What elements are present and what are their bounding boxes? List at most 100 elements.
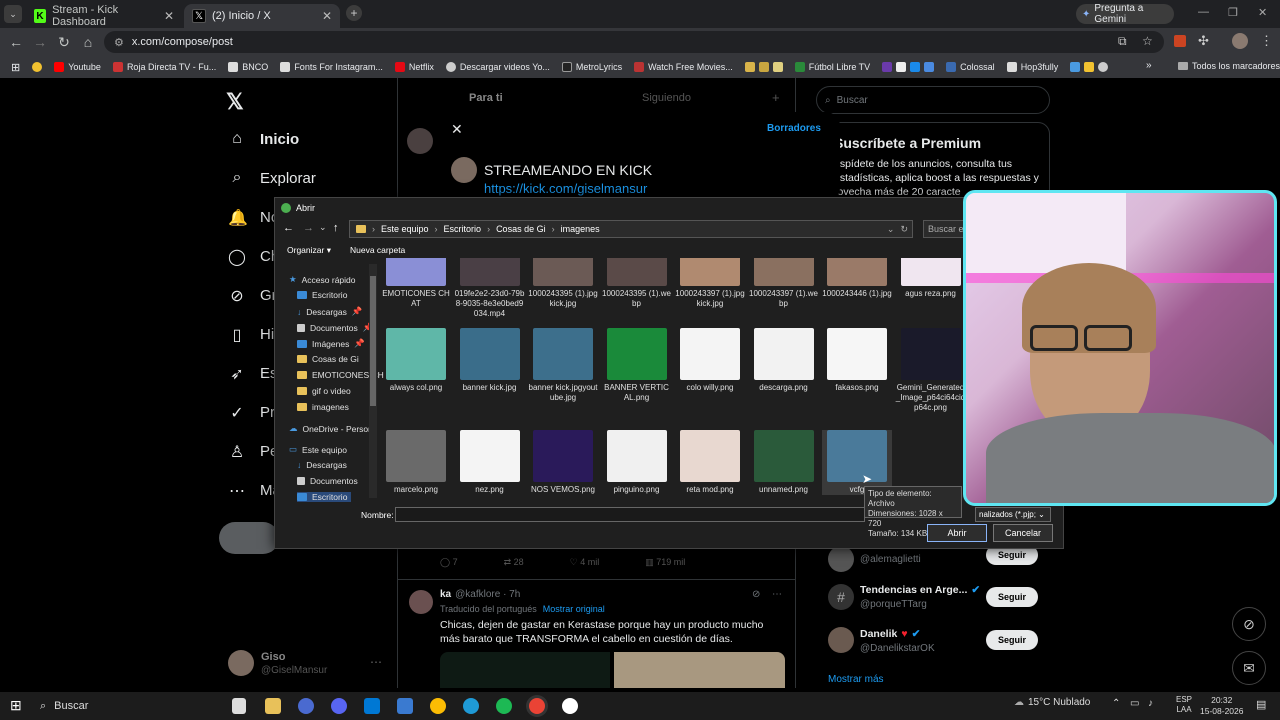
new-folder-button[interactable]: Nueva carpeta — [350, 245, 405, 255]
file-item[interactable]: 019fe2e2-23d0-79b8-9035-8e3e0bed9034.mp4 — [455, 258, 525, 319]
views-action[interactable]: ▥ 719 mil — [645, 557, 685, 568]
scrollbar-thumb[interactable] — [370, 276, 376, 406]
breadcrumb-este-equipo[interactable]: Este equipo — [381, 224, 429, 234]
nav-documentos-2[interactable]: Documentos — [297, 476, 358, 486]
bookmark-descargar[interactable]: Descargar videos Yo... — [441, 62, 555, 72]
file-item[interactable]: 1000243395 (1).webp — [602, 258, 672, 309]
nav-documentos[interactable]: Documentos📌 — [297, 322, 373, 333]
tweet-author[interactable]: ka — [440, 589, 451, 600]
file-item[interactable]: reta mod.png — [675, 430, 745, 495]
show-original-link[interactable]: Mostrar original — [543, 604, 605, 614]
nav-escritorio[interactable]: Escritorio — [297, 290, 347, 300]
grok-float-icon[interactable]: ⊘ — [1232, 607, 1266, 641]
nav-este-equipo[interactable]: ▭ Este equipo — [289, 444, 347, 455]
weather-widget[interactable]: ☁ 15°C Nublado — [1014, 697, 1090, 708]
suggestion-name[interactable]: Danelik — [860, 628, 897, 640]
file-item[interactable]: BANNER VERTICAL.png — [602, 328, 672, 403]
nav-imagenes-quick[interactable]: Imágenes 📌 — [297, 338, 365, 349]
follow-button[interactable]: Seguir — [986, 587, 1038, 607]
chrome-active-icon[interactable] — [529, 698, 545, 714]
profile-avatar[interactable] — [228, 650, 254, 676]
repost-action[interactable]: ⇄ 28 — [504, 557, 524, 568]
home-icon[interactable]: ⌂ — [76, 34, 100, 50]
forward-arrow-icon[interactable]: → — [28, 34, 52, 50]
breadcrumb-cosas-de-gi[interactable]: Cosas de Gi — [496, 224, 546, 234]
file-item[interactable]: Gemini_Generated_Image_p64ci64ciqp64c.pn… — [896, 328, 966, 413]
bookmark-netflix[interactable]: Netflix — [390, 62, 439, 72]
tab-kick-dashboard[interactable]: K Stream - Kick Dashboard ✕ — [26, 4, 182, 28]
nav-inicio[interactable]: ⌂ Inicio — [228, 130, 299, 148]
obs-icon[interactable] — [562, 698, 578, 714]
emoji-bookmark[interactable] — [27, 62, 47, 72]
discord-icon[interactable] — [331, 698, 347, 714]
tab-x-inicio[interactable]: 𝕏 (2) Inicio / X ✕ — [184, 4, 340, 28]
nav-perfil[interactable]: ♙ Pe — [228, 442, 279, 462]
dialog-address-bar[interactable]: › Este equipo › Escritorio › Cosas de Gi… — [349, 220, 913, 238]
tab-siguiendo[interactable]: Siguiendo — [642, 92, 691, 104]
up-arrow-icon[interactable]: ↑ — [333, 222, 339, 234]
recent-chevron-icon[interactable]: ⌄ — [319, 222, 327, 233]
install-app-icon[interactable]: ⧉ — [1118, 34, 1127, 49]
sidebar-scrollbar[interactable] — [369, 264, 377, 498]
outlook-icon[interactable] — [364, 698, 380, 714]
file-item[interactable]: NOS VEMOS.png — [528, 430, 598, 495]
cancel-button[interactable]: Cancelar — [993, 524, 1053, 542]
nav-escritorio-2[interactable]: Escritorio — [297, 492, 352, 502]
file-item[interactable]: 1000243446 (1).jpg — [822, 258, 892, 299]
nav-imagenes[interactable]: imagenes — [297, 402, 349, 412]
more-bookmarks-chevron-icon[interactable]: » — [1146, 60, 1152, 71]
address-bar[interactable]: ⚙ x.com/compose/post — [104, 31, 1164, 53]
file-item[interactable]: agus reza.png — [896, 258, 966, 299]
nav-chat[interactable]: ◯ Ch — [228, 247, 279, 267]
file-type-select[interactable]: nalizados (*.pjp; ⌄ — [975, 507, 1051, 522]
reply-action[interactable]: ◯ 7 — [440, 557, 458, 568]
show-more-link[interactable]: Mostrar más — [828, 674, 884, 685]
nav-descargas[interactable]: ↓ Descargas 📌 — [297, 306, 362, 317]
bookmark-more-icons[interactable] — [1065, 62, 1113, 72]
site-info-icon[interactable]: ⚙ — [114, 36, 124, 49]
chrome-icon[interactable] — [430, 698, 446, 714]
tray-chevron-icon[interactable]: ⌃ — [1112, 698, 1120, 709]
file-item[interactable]: colo willy.png — [675, 328, 745, 393]
grok-icon[interactable]: ⊘ — [752, 589, 760, 600]
back-arrow-icon[interactable]: ← — [283, 222, 294, 234]
close-compose-icon[interactable]: ✕ — [451, 121, 463, 138]
bookmark-icons[interactable] — [877, 62, 939, 72]
close-tab-icon[interactable]: ✕ — [164, 9, 174, 23]
network-icon[interactable]: ▭ — [1130, 698, 1139, 709]
task-view-icon[interactable] — [232, 698, 246, 714]
maximize-icon[interactable]: ❐ — [1228, 6, 1238, 19]
file-item[interactable]: EMOTICONES CHAT — [381, 258, 451, 309]
volume-icon[interactable]: ♪ — [1148, 698, 1153, 709]
suggestion-name[interactable]: Tendencias en Arge... — [860, 584, 967, 596]
address-dropdown-icon[interactable]: ⌄ — [887, 224, 895, 235]
x-search-input[interactable]: ⌕ Buscar — [816, 86, 1050, 114]
drafts-link[interactable]: Borradores — [767, 123, 821, 134]
file-item[interactable]: fakasos.png — [822, 328, 892, 393]
tweet-media-2[interactable] — [614, 652, 785, 688]
apps-grid-icon[interactable]: ⊞ — [6, 61, 25, 74]
x-logo-icon[interactable]: 𝕏 — [226, 89, 244, 115]
bookmark-metrolyrics[interactable]: MetroLyrics — [557, 62, 627, 72]
bookmark-watch-free[interactable]: Watch Free Movies... — [629, 62, 738, 72]
tweet-more-icon[interactable]: ⋯ — [772, 589, 782, 600]
file-item[interactable]: 1000243397 (1).webp — [749, 258, 819, 309]
nav-es[interactable]: ➶ Es — [228, 364, 277, 384]
breadcrumb-imagenes[interactable]: imagenes — [561, 224, 600, 234]
file-item[interactable]: 1000243397 (1).jpgkick.jpg — [675, 258, 745, 309]
messages-float-icon[interactable]: ✉ — [1232, 651, 1266, 685]
profile-avatar[interactable] — [1232, 33, 1248, 49]
tweet-avatar[interactable] — [409, 590, 433, 614]
minimize-icon[interactable]: — — [1198, 6, 1209, 18]
taskbar-search[interactable]: ⌕ Buscar — [34, 694, 224, 718]
nav-grok[interactable]: ⊘ Gr — [228, 286, 276, 306]
gemini-button[interactable]: ✦ Pregunta a Gemini — [1076, 3, 1174, 25]
nav-explorar[interactable]: ⌕ Explorar — [228, 169, 316, 187]
nav-historial[interactable]: ▯ Hi — [228, 325, 275, 345]
extension-icon[interactable] — [1174, 35, 1186, 47]
file-item[interactable]: banner kick.jpgyoutube.jpg — [528, 328, 598, 403]
language-indicator[interactable]: ESP LAA — [1176, 695, 1192, 715]
clock[interactable]: 20:32 15-08-2026 — [1200, 695, 1243, 717]
file-item[interactable]: banner kick.jpg — [455, 328, 525, 393]
post-button[interactable] — [219, 522, 279, 554]
